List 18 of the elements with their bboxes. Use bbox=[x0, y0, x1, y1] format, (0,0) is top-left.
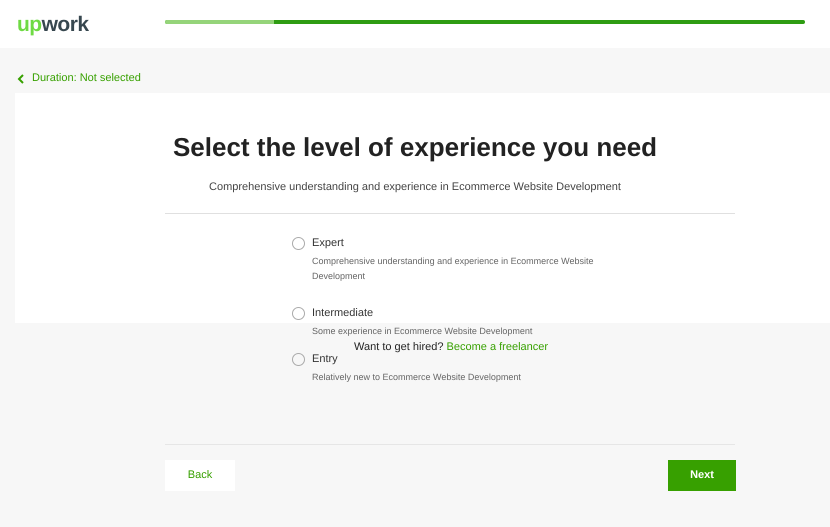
logo: upwork bbox=[17, 14, 90, 34]
freelancer-link[interactable]: Become a freelancer bbox=[446, 341, 548, 353]
subtitle: Comprehensive understanding and experience in Ecommerce Website Development bbox=[208, 180, 622, 195]
radio-button[interactable] bbox=[292, 236, 305, 250]
option-description: Some experience in Ecommerce Website Development bbox=[312, 324, 532, 338]
back-button[interactable]: Back bbox=[165, 460, 235, 490]
option-description: Relatively new to Ecommerce Website Development bbox=[312, 370, 521, 384]
next-button[interactable]: Next bbox=[668, 460, 736, 490]
option-label: Intermediate bbox=[312, 306, 374, 320]
chevron-left-icon bbox=[17, 74, 24, 84]
radio-button[interactable] bbox=[292, 352, 305, 366]
back-link[interactable]: Duration: Not selected bbox=[17, 48, 830, 93]
page-title: Select the level of experience you need bbox=[172, 132, 658, 162]
option-description: Comprehensive understanding and experience in Ecommerce Website Development bbox=[312, 254, 594, 283]
option-label: Expert bbox=[312, 236, 345, 250]
radio-button[interactable] bbox=[292, 306, 305, 320]
option-label: Entry bbox=[312, 352, 339, 366]
hire-prompt: Want to get hired? Become a freelancer bbox=[354, 340, 548, 355]
